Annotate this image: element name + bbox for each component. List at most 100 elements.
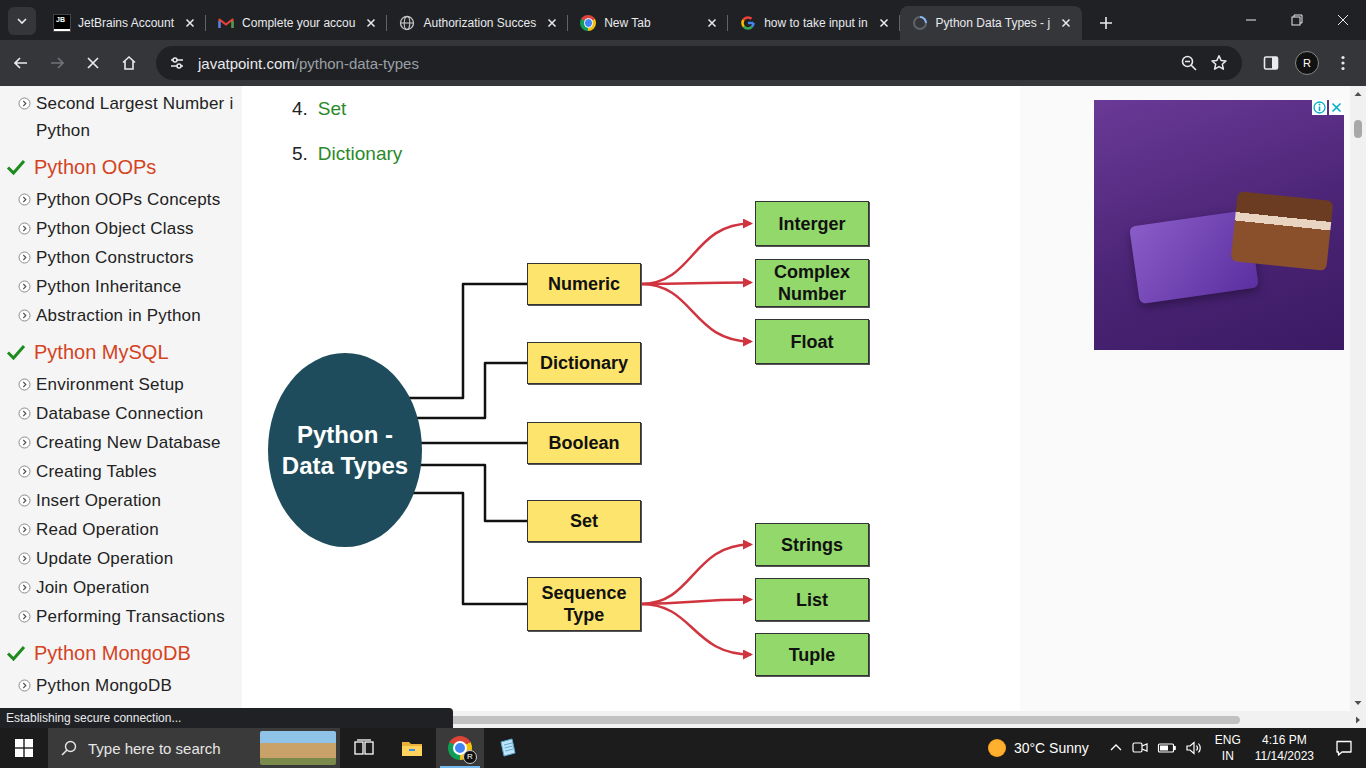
search-highlight-image [260, 731, 336, 765]
weather-widget[interactable]: 30°C Sunny [980, 739, 1103, 757]
notification-button[interactable] [1322, 728, 1366, 768]
task-view-icon [353, 737, 375, 759]
volume-icon[interactable] [1185, 740, 1203, 756]
sidebar-item[interactable]: Python Object Class [0, 214, 242, 243]
input-language[interactable]: ENG IN [1209, 732, 1247, 764]
forward-button[interactable] [40, 46, 74, 80]
close-icon[interactable] [1058, 15, 1074, 31]
close-icon[interactable] [363, 15, 379, 31]
leaf-node: Strings [755, 523, 869, 566]
ad-cake-image [1231, 191, 1334, 271]
close-icon[interactable] [704, 15, 720, 31]
sidebar-section-header[interactable]: Python OOPs [0, 145, 242, 185]
tab-search-button[interactable] [8, 7, 36, 35]
clock[interactable]: 4:16 PM 11/14/2023 [1247, 732, 1322, 764]
sidebar-item[interactable]: Environment Setup [0, 370, 242, 399]
stop-button[interactable] [76, 46, 110, 80]
browser-tab[interactable]: Authorization Succes [387, 6, 568, 40]
back-button[interactable] [4, 46, 38, 80]
sidebar-item[interactable]: Abstraction in Python [0, 301, 242, 330]
leaf-arrow [641, 284, 751, 342]
advertisement[interactable] [1094, 100, 1344, 350]
taskbar-app[interactable] [484, 728, 532, 768]
home-button[interactable] [112, 46, 146, 80]
branch-node: Dictionary [527, 342, 641, 384]
browser-tab[interactable]: New Tab [568, 6, 728, 40]
browser-tab[interactable]: Python Data Types - j [900, 6, 1083, 40]
minimize-button[interactable] [1228, 0, 1274, 40]
browser-toolbar: javatpoint.com/python-data-types R [0, 40, 1366, 86]
sidebar-item[interactable]: Insert Operation [0, 486, 242, 515]
google-icon [740, 15, 756, 31]
scroll-thumb[interactable] [1354, 120, 1362, 138]
kebab-menu-icon [1334, 54, 1352, 72]
sidebar-item[interactable]: Read Operation [0, 515, 242, 544]
arrow-bullet-icon [18, 552, 31, 565]
close-window-icon [1337, 14, 1349, 26]
restore-button[interactable] [1274, 0, 1320, 40]
site-info-icon[interactable] [168, 54, 186, 72]
sidebar-section-header[interactable]: Python MySQL [0, 330, 242, 370]
close-window-button[interactable] [1320, 0, 1366, 40]
leaf-node: List [755, 578, 869, 621]
leaf-arrow [641, 600, 751, 605]
leaf-node: Interger [755, 201, 869, 246]
list-link[interactable]: Set [318, 94, 347, 124]
close-icon[interactable] [182, 15, 198, 31]
menu-button[interactable] [1326, 46, 1360, 80]
side-panel-button[interactable] [1254, 46, 1288, 80]
sidebar-item[interactable]: Python MongoDB [0, 671, 242, 700]
battery-icon[interactable] [1157, 740, 1177, 756]
new-tab-button[interactable] [1092, 9, 1120, 37]
sidebar-item[interactable]: Python OOPs Concepts [0, 185, 242, 214]
leaf-arrow [641, 604, 751, 655]
tab-title: JetBrains Account [78, 16, 174, 30]
show-hidden-icons-icon[interactable] [1109, 741, 1123, 755]
ad-info-icon[interactable] [1312, 100, 1327, 115]
branch-node: Set [527, 500, 641, 542]
browser-tab[interactable]: JB JetBrains Account [42, 6, 206, 40]
close-icon[interactable] [544, 15, 560, 31]
close-icon[interactable] [876, 15, 892, 31]
gmail-icon [218, 15, 234, 31]
restore-icon [1291, 14, 1303, 26]
bookmark-star-icon[interactable] [1210, 54, 1228, 72]
list-link[interactable]: Dictionary [318, 139, 402, 169]
leaf-node: Float [755, 319, 869, 364]
ad-close-icon[interactable] [1329, 100, 1344, 115]
sidebar-item[interactable]: Second Largest Number iPython [0, 89, 242, 145]
sidebar-item[interactable]: Python Constructors [0, 243, 242, 272]
vertical-scrollbar[interactable] [1350, 86, 1366, 711]
taskbar: Type here to search R 30°C Sunny ENG IN … [0, 728, 1366, 768]
sidebar-item[interactable]: Creating Tables [0, 457, 242, 486]
sidebar-item[interactable]: Creating New Database [0, 428, 242, 457]
sidebar-item[interactable]: Join Operation [0, 573, 242, 602]
start-button[interactable] [0, 728, 48, 768]
browser-tab[interactable]: Complete your accou [206, 6, 387, 40]
taskbar-app[interactable] [340, 728, 388, 768]
arrow-bullet-icon [18, 309, 31, 322]
arrow-bullet-icon [18, 610, 31, 623]
meet-now-icon[interactable] [1131, 740, 1149, 756]
list-item: 4. Set [292, 94, 1020, 124]
branch-node: Sequence Type [527, 577, 641, 631]
sidebar-item[interactable]: Update Operation [0, 544, 242, 573]
taskbar-search[interactable]: Type here to search [48, 728, 340, 768]
taskbar-app[interactable] [388, 728, 436, 768]
leaf-arrow [641, 283, 751, 285]
profile-button[interactable]: R [1290, 46, 1324, 80]
sidebar-section-header[interactable]: Python MongoDB [0, 631, 242, 671]
sidebar-item[interactable]: Database Connection [0, 399, 242, 428]
scroll-up-icon[interactable] [1350, 86, 1366, 102]
arrow-bullet-icon [18, 581, 31, 594]
profile-badge: R [463, 750, 477, 764]
sidebar-item[interactable]: Python Inheritance [0, 272, 242, 301]
tab-title: Python Data Types - j [936, 16, 1051, 30]
zoom-icon[interactable] [1180, 54, 1198, 72]
scroll-down-icon[interactable] [1350, 695, 1366, 711]
address-bar[interactable]: javatpoint.com/python-data-types [156, 46, 1242, 80]
scroll-right-icon[interactable] [1350, 712, 1366, 728]
browser-tab[interactable]: how to take input in [728, 6, 899, 40]
taskbar-app[interactable]: R [436, 728, 484, 768]
sidebar-item[interactable]: Performing Transactions [0, 602, 242, 631]
